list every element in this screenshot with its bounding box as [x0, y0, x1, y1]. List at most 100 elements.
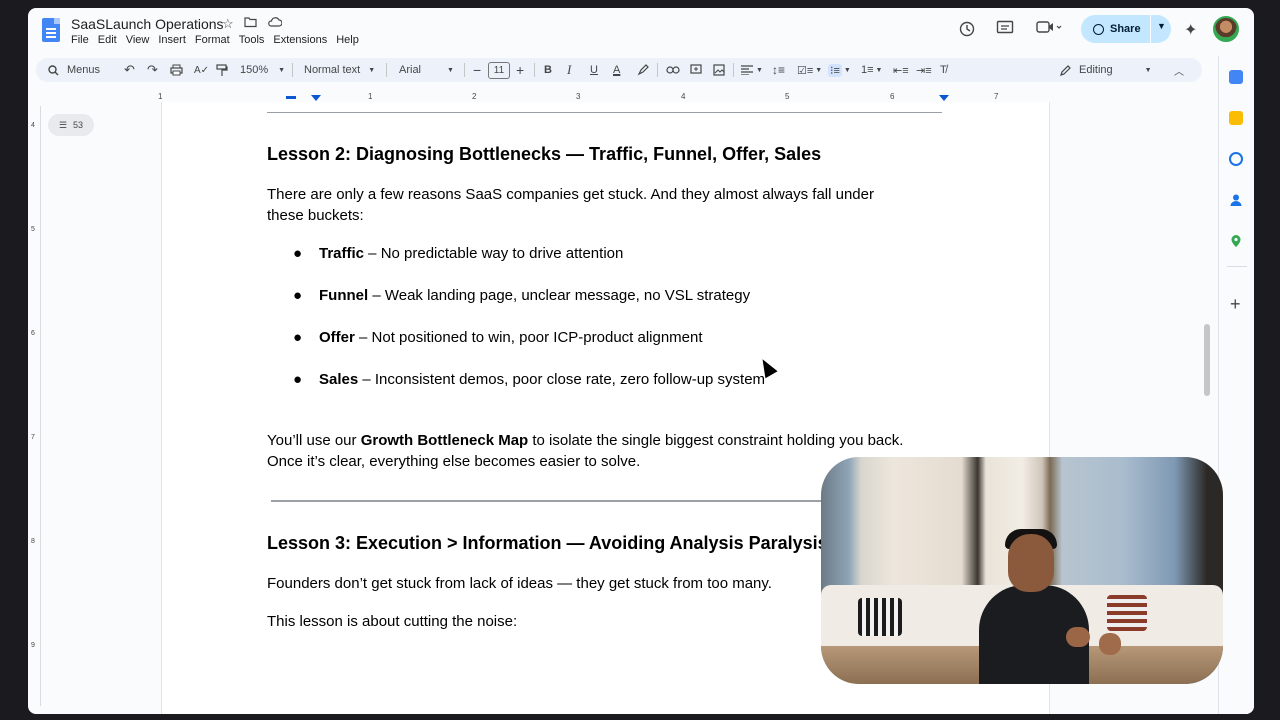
- font-value: Arial: [399, 64, 422, 76]
- move-folder-icon[interactable]: [244, 16, 257, 32]
- clear-formatting-icon[interactable]: T̸: [940, 58, 947, 82]
- bullet-term: Funnel: [319, 287, 369, 304]
- keep-icon[interactable]: [1229, 111, 1243, 125]
- version-history-icon[interactable]: [958, 20, 976, 38]
- checklist-icon: ☑≡: [797, 64, 814, 77]
- document-title[interactable]: SaaSLaunch Operations: [71, 16, 224, 32]
- ruler-mark: 7: [994, 92, 999, 101]
- increase-font-size-icon[interactable]: +: [516, 58, 524, 82]
- menu-bar: File Edit View Insert Format Tools Exten…: [71, 34, 368, 46]
- cloud-status-icon[interactable]: [267, 16, 283, 32]
- zoom-select[interactable]: 150% ▼: [240, 58, 285, 82]
- checklist-dropdown-icon: ▼: [815, 66, 823, 74]
- map-text-post: to isolate the single biggest constraint…: [528, 432, 904, 449]
- gemini-icon[interactable]: ✦: [1184, 20, 1197, 40]
- horizontal-rule: [271, 500, 831, 502]
- add-comment-icon[interactable]: [690, 58, 702, 82]
- outline-count: 53: [73, 120, 84, 130]
- comments-icon[interactable]: [996, 20, 1014, 36]
- menu-extensions[interactable]: Extensions: [273, 34, 332, 46]
- search-icon: [48, 64, 59, 75]
- bullet-term: Traffic: [319, 245, 365, 262]
- growth-map-line2: Once it’s clear, everything else becomes…: [267, 453, 641, 470]
- decrease-indent-icon[interactable]: ⇤≡: [893, 58, 909, 82]
- share-label: Share: [1110, 23, 1141, 35]
- zoom-value: 150%: [240, 64, 269, 76]
- map-text-pre: You’ll use our: [267, 432, 361, 449]
- underline-icon[interactable]: U: [590, 58, 598, 82]
- menu-view[interactable]: View: [126, 34, 155, 46]
- align-dropdown-icon: ▼: [756, 66, 763, 74]
- zoom-dropdown-icon: ▼: [278, 66, 286, 74]
- bulleted-list-icon: ⁝≡: [828, 63, 842, 77]
- pencil-icon: [1060, 64, 1071, 76]
- paint-format-icon[interactable]: [216, 58, 228, 82]
- share-button[interactable]: Share ▼: [1081, 15, 1171, 43]
- star-icon[interactable]: ☆: [222, 16, 234, 32]
- calendar-icon[interactable]: [1229, 70, 1243, 84]
- numbered-list-icon: 1≡: [861, 64, 874, 76]
- italic-icon[interactable]: I: [567, 58, 571, 82]
- menu-help[interactable]: Help: [336, 34, 364, 46]
- vruler-mark: 6: [31, 330, 35, 337]
- document-outline-button[interactable]: ☰ 53: [48, 114, 94, 136]
- print-icon[interactable]: [170, 58, 183, 82]
- editing-mode-value: Editing: [1079, 64, 1113, 76]
- map-text-bold: Growth Bottleneck Map: [360, 432, 529, 449]
- vertical-scrollbar[interactable]: [1204, 324, 1210, 396]
- webcam-overlay: [821, 457, 1223, 684]
- horizontal-ruler[interactable]: 1 1 2 3 4 5 6 7: [28, 92, 1218, 102]
- contacts-icon[interactable]: [1229, 193, 1243, 207]
- menu-format[interactable]: Format: [195, 34, 235, 46]
- decrease-font-size-icon[interactable]: −: [473, 58, 481, 82]
- lesson3-heading: Lesson 3: Execution > Information — Avoi…: [267, 533, 828, 553]
- menus-label: Menus: [67, 64, 101, 76]
- checklist-select[interactable]: ☑≡ ▼: [797, 58, 822, 82]
- toolbar: Menus ↶ ↷ A✓ 150% ▼ Normal text ▼ Arial …: [36, 58, 1202, 82]
- horizontal-rule: [267, 112, 942, 113]
- avatar[interactable]: [1213, 16, 1239, 42]
- numbered-list-select[interactable]: 1≡ ▼: [861, 58, 882, 82]
- add-ons-icon[interactable]: +: [1230, 294, 1241, 315]
- right-indent-marker[interactable]: [939, 95, 949, 101]
- lesson3-paragraph2: This lesson is about cutting the noise:: [267, 613, 518, 630]
- link-icon[interactable]: [666, 58, 680, 82]
- collapse-toolbar-icon[interactable]: ︿: [1174, 58, 1184, 82]
- font-select[interactable]: Arial ▼: [399, 58, 454, 82]
- menu-insert[interactable]: Insert: [158, 34, 191, 46]
- vruler-mark: 8: [31, 538, 35, 545]
- insert-image-icon[interactable]: [713, 58, 725, 82]
- mode-dropdown-icon: ▼: [1144, 66, 1152, 74]
- style-select[interactable]: Normal text ▼: [304, 58, 375, 82]
- menu-edit[interactable]: Edit: [98, 34, 122, 46]
- increase-indent-icon[interactable]: ⇥≡: [916, 58, 932, 82]
- undo-icon[interactable]: ↶: [124, 58, 135, 82]
- search-menus[interactable]: Menus: [48, 58, 100, 82]
- lesson3-paragraph1: Founders don’t get stuck from lack of id…: [267, 575, 772, 592]
- spellcheck-icon[interactable]: A✓: [194, 58, 209, 82]
- left-indent-marker[interactable]: [286, 96, 296, 99]
- first-line-indent-marker[interactable]: [311, 95, 321, 101]
- outline-icon: ☰: [58, 119, 68, 130]
- bullet-term: Sales: [319, 371, 359, 388]
- menu-tools[interactable]: Tools: [239, 34, 270, 46]
- tasks-icon[interactable]: [1229, 152, 1243, 166]
- docs-logo-icon[interactable]: [42, 18, 60, 42]
- bulleted-list-select[interactable]: ⁝≡ ▼: [828, 58, 851, 82]
- line-spacing-icon[interactable]: ↕≡: [772, 58, 785, 82]
- ruler-mark: 5: [785, 92, 790, 101]
- meet-icon[interactable]: [1036, 20, 1062, 34]
- bold-icon[interactable]: B: [544, 58, 552, 82]
- font-size-input[interactable]: 11: [488, 58, 510, 82]
- maps-icon[interactable]: [1229, 234, 1243, 248]
- align-select[interactable]: ▼: [741, 58, 763, 82]
- menu-file[interactable]: File: [71, 34, 94, 46]
- editing-mode-select[interactable]: Editing ▼: [1060, 58, 1152, 82]
- ruler-mark: 6: [890, 92, 895, 101]
- text-color-icon[interactable]: A: [613, 58, 620, 82]
- numbered-list-dropdown-icon: ▼: [875, 66, 883, 74]
- list-item: ● Funnel – Weak landing page, unclear mes…: [293, 287, 751, 304]
- redo-icon[interactable]: ↷: [147, 58, 158, 82]
- highlight-icon[interactable]: [637, 58, 649, 82]
- share-dropdown-icon[interactable]: ▼: [1157, 21, 1166, 31]
